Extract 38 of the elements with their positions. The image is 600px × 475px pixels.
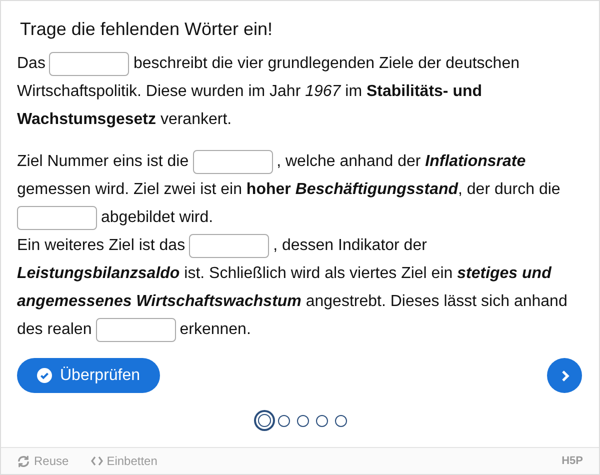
key-term: angemessenes Wirtschaftswachstum [17, 293, 302, 310]
slide-dot[interactable] [278, 414, 290, 426]
cloze-text: angestrebt. Dieses lässt sich anhand [304, 293, 568, 310]
blank-field[interactable] [192, 150, 273, 174]
blank-field[interactable] [17, 206, 97, 230]
reuse-link[interactable]: Reuse [17, 454, 69, 468]
refresh-icon [17, 454, 30, 468]
cloze-text: , dessen Indikator der [273, 237, 427, 254]
cloze-text: ist. Schließlich wird als viertes Ziel ein [183, 265, 454, 282]
cloze-text: Ziel Nummer eins ist die [17, 153, 189, 170]
cloze-text: des realen [17, 321, 92, 338]
next-button[interactable] [547, 358, 582, 393]
logo: H5P [562, 455, 583, 467]
slide-dot[interactable] [316, 414, 328, 426]
key-term: stetiges und [457, 265, 552, 282]
embed-link[interactable]: Einbetten [90, 454, 158, 468]
cloze-text: Wirtschaftspolitik. Diese wurden im Jahr 1967 im Stabilitäts- und [17, 83, 482, 100]
cloze-text: , der durch die [458, 181, 560, 198]
key-term: Inflationsrate [425, 153, 526, 170]
code-icon [90, 456, 103, 466]
cloze-text: Ein weiteres Ziel ist das [17, 237, 186, 254]
blank-field[interactable] [96, 318, 176, 342]
cloze-text: Das [17, 55, 46, 72]
slide-dot[interactable] [334, 414, 346, 426]
blank-field[interactable] [49, 52, 130, 76]
check-icon [37, 368, 52, 383]
key-term: Beschäftigungsstand [295, 181, 458, 198]
key-term: Leistungsbilanzsaldo [17, 265, 180, 282]
cloze-text: , welche anhand der [276, 153, 422, 170]
cloze-text: erkennen. [180, 321, 251, 338]
cloze-text: abgebildet wird. [101, 209, 214, 226]
task-title: Trage die fehlenden Wörter ein! [20, 19, 274, 40]
check-button[interactable]: Überprüfen [17, 358, 160, 393]
cloze-text: Wachstumsgesetz verankert. [17, 111, 232, 128]
cloze-text: beschreibt die vier grundlegenden Ziele der deutschen [133, 55, 520, 72]
blank-field[interactable] [189, 234, 270, 258]
slide-dot[interactable] [296, 414, 308, 426]
cloze-text: gemessen wird. Ziel zwei ist ein hoher [17, 181, 292, 198]
